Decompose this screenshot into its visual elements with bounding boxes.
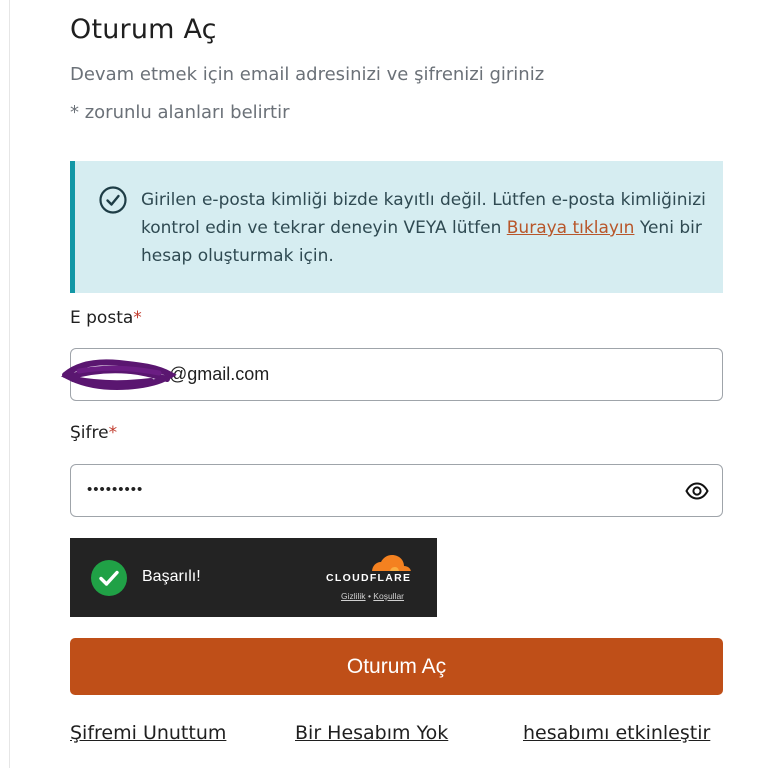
required-fields-note: * zorunlu alanları belirtir xyxy=(70,102,290,123)
cloudflare-brand: CLOUDFLARE xyxy=(326,572,412,584)
required-marker: * xyxy=(108,423,118,443)
captcha-status: Başarılı! xyxy=(142,568,201,585)
link-separator: • xyxy=(367,591,371,601)
email-field[interactable]: @gmail.com xyxy=(60,348,723,401)
password-label-text: Şifre xyxy=(70,423,109,443)
required-marker: * xyxy=(133,308,142,328)
check-circle-icon xyxy=(99,186,127,214)
cloudflare-captcha-widget[interactable]: Başarılı! CLOUDFLARE Gizlilik • Koşullar xyxy=(70,538,437,617)
terms-link[interactable]: Koşullar xyxy=(373,591,404,601)
privacy-link[interactable]: Gizlilik xyxy=(341,591,366,601)
password-label: Şifre* xyxy=(70,423,117,443)
info-alert: Girilen e-posta kimliği bizde kayıtlı de… xyxy=(70,161,723,293)
eye-icon[interactable] xyxy=(685,479,709,503)
password-field[interactable]: ••••••••• xyxy=(70,464,723,517)
activate-account-link[interactable]: hesabımı etkinleştir xyxy=(523,722,710,744)
page-title: Oturum Aç xyxy=(70,14,217,45)
register-link[interactable]: Buraya tıklayın xyxy=(507,218,635,238)
email-label-text: E posta xyxy=(70,308,134,328)
success-check-icon xyxy=(91,560,127,596)
page-left-border xyxy=(9,0,10,768)
alert-message: Girilen e-posta kimliği bizde kayıtlı de… xyxy=(141,186,711,270)
redaction-scribble xyxy=(60,359,177,391)
sign-in-button[interactable]: Oturum Aç xyxy=(70,638,723,695)
forgot-password-link[interactable]: Şifremi Unuttum xyxy=(70,722,226,744)
no-account-link[interactable]: Bir Hesabım Yok xyxy=(295,722,448,744)
email-value: @gmail.com xyxy=(169,364,270,384)
page-subtitle: Devam etmek için email adresinizi ve şif… xyxy=(70,64,545,85)
cloudflare-links: Gizlilik • Koşullar xyxy=(341,591,404,601)
password-value: ••••••••• xyxy=(87,481,144,498)
email-label: E posta* xyxy=(70,308,142,328)
